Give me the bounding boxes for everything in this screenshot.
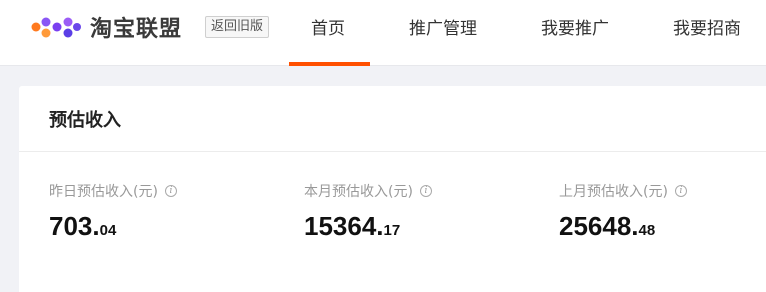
stat-yesterday: 昨日预估收入(元) i 703.04 bbox=[49, 181, 177, 242]
stat-value-decimal: 48 bbox=[638, 222, 656, 239]
stat-label: 上月预估收入(元) bbox=[559, 184, 668, 200]
return-old-version-button[interactable]: 返回旧版 bbox=[205, 16, 270, 38]
nav-start-promotion[interactable]: 我要推广 bbox=[541, 14, 609, 39]
nav-promotion-management[interactable]: 推广管理 bbox=[409, 14, 477, 39]
stat-value-integer: 15364. bbox=[304, 211, 384, 241]
stat-label-row: 本月预估收入(元) i bbox=[304, 181, 432, 201]
stat-label-row: 昨日预估收入(元) i bbox=[49, 181, 177, 201]
nav-merchant-recruitment[interactable]: 我要招商 bbox=[673, 14, 741, 39]
stat-value-integer: 703. bbox=[49, 211, 100, 241]
stat-value-integer: 25648. bbox=[559, 211, 639, 241]
card-divider bbox=[19, 151, 766, 152]
taobao-union-logo[interactable]: 淘宝联盟 bbox=[30, 12, 182, 42]
stat-value-decimal: 17 bbox=[383, 222, 401, 239]
info-icon[interactable]: i bbox=[419, 185, 432, 197]
stat-label: 昨日预估收入(元) bbox=[49, 184, 158, 200]
info-icon[interactable]: i bbox=[674, 185, 687, 197]
nav-home[interactable]: 首页 bbox=[311, 14, 345, 39]
card-title: 预估收入 bbox=[49, 110, 121, 131]
stat-this-month: 本月预估收入(元) i 15364.17 bbox=[304, 181, 432, 242]
estimated-income-card: 预估收入 昨日预估收入(元) i 703.04 本月预估收入(元) i 1536… bbox=[19, 86, 766, 292]
logo-mark-icon bbox=[31, 17, 81, 38]
stat-label-row: 上月预估收入(元) i bbox=[559, 181, 687, 201]
stat-label: 本月预估收入(元) bbox=[304, 184, 413, 200]
stat-value: 25648.48 bbox=[559, 211, 687, 242]
top-navigation-bar: 淘宝联盟 返回旧版 首页 推广管理 我要推广 我要招商 bbox=[0, 0, 766, 66]
stat-last-month: 上月预估收入(元) i 25648.48 bbox=[559, 181, 687, 242]
info-icon[interactable]: i bbox=[164, 185, 177, 197]
stat-value: 15364.17 bbox=[304, 211, 432, 242]
stat-value: 703.04 bbox=[49, 211, 177, 242]
stat-value-decimal: 04 bbox=[99, 222, 117, 239]
active-tab-indicator bbox=[289, 62, 370, 66]
brand-name: 淘宝联盟 bbox=[90, 17, 183, 42]
